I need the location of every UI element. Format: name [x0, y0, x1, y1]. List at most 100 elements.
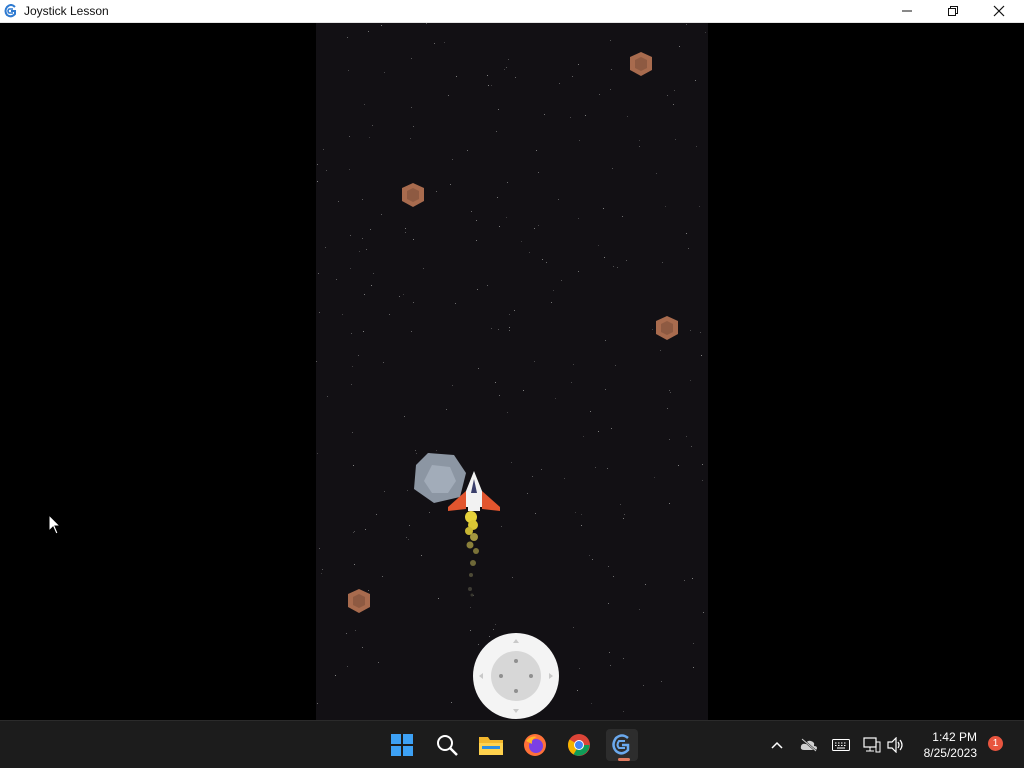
star [605, 389, 606, 390]
small-asteroid [656, 316, 678, 340]
star [350, 235, 351, 236]
star [558, 199, 559, 200]
star [538, 172, 539, 173]
star [409, 525, 410, 526]
star [455, 303, 456, 304]
star [323, 149, 324, 150]
star [369, 137, 370, 138]
star [450, 184, 451, 185]
star [573, 627, 574, 628]
star [571, 382, 572, 383]
star [487, 75, 488, 76]
star [495, 624, 496, 625]
network-button[interactable] [862, 735, 882, 755]
star [371, 285, 372, 286]
star [404, 416, 405, 417]
star [536, 150, 537, 151]
star [583, 436, 584, 437]
volume-icon [887, 737, 903, 753]
star [572, 76, 573, 77]
star [326, 170, 327, 171]
star [645, 584, 646, 585]
star [509, 314, 510, 315]
star [622, 216, 623, 217]
dpad-dots-icon [499, 659, 533, 693]
star [476, 240, 477, 241]
gdevelop-button[interactable] [606, 729, 638, 761]
joystick-knob[interactable] [491, 651, 541, 701]
chrome-icon [568, 734, 590, 756]
file-explorer-button[interactable] [475, 729, 507, 761]
star [421, 555, 422, 556]
virtual-joystick[interactable] [473, 633, 559, 719]
game-canvas[interactable] [316, 23, 708, 720]
star [359, 251, 360, 252]
star [700, 332, 701, 333]
star [609, 652, 610, 653]
star [366, 249, 367, 250]
star [495, 382, 496, 383]
star [382, 576, 383, 577]
small-asteroid [630, 52, 652, 76]
star [508, 59, 509, 60]
star [639, 140, 640, 141]
star [534, 228, 535, 229]
star [690, 330, 691, 331]
star [373, 273, 374, 274]
star [592, 559, 593, 560]
star [546, 262, 547, 263]
star [579, 140, 580, 141]
search-button[interactable] [431, 729, 463, 761]
star [615, 365, 616, 366]
star [691, 446, 692, 447]
star [643, 685, 644, 686]
star [686, 436, 687, 437]
star [403, 294, 404, 295]
taskbar: 1:42 PM 8/25/2023 [0, 720, 1024, 768]
star [702, 480, 703, 481]
star [325, 247, 326, 248]
star [478, 368, 479, 369]
star [501, 526, 502, 527]
star [364, 104, 365, 105]
star [623, 518, 624, 519]
touch-keyboard-button[interactable] [831, 735, 851, 755]
close-button[interactable] [976, 0, 1022, 22]
star [317, 181, 318, 182]
star [429, 512, 430, 513]
star [376, 514, 377, 515]
star [573, 364, 574, 365]
firefox-button[interactable] [519, 729, 551, 761]
star [381, 214, 382, 215]
star [336, 279, 337, 280]
taskbar-clock[interactable]: 1:42 PM 8/25/2023 [924, 729, 977, 761]
restore-button[interactable] [930, 0, 976, 22]
gdevelop-icon [4, 4, 16, 18]
star [662, 262, 663, 263]
window-title: Joystick Lesson [24, 4, 109, 18]
star [667, 95, 668, 96]
star [553, 290, 554, 291]
star [405, 232, 406, 233]
show-hidden-icons-button[interactable] [767, 735, 787, 755]
minimize-button[interactable] [884, 0, 930, 22]
star [499, 395, 500, 396]
star [355, 630, 356, 631]
star [451, 702, 452, 703]
onedrive-button[interactable] [799, 735, 819, 755]
star [610, 665, 611, 666]
star [652, 329, 653, 330]
star [684, 580, 685, 581]
star [452, 385, 453, 386]
star [384, 491, 385, 492]
star [507, 412, 508, 413]
star [699, 206, 700, 207]
star [686, 24, 687, 25]
star [444, 42, 445, 43]
star [368, 31, 369, 32]
volume-button[interactable] [886, 735, 906, 755]
start-button[interactable] [386, 729, 418, 761]
notification-badge[interactable]: 1 [988, 736, 1003, 751]
chrome-button[interactable] [563, 729, 595, 761]
star [624, 514, 625, 515]
